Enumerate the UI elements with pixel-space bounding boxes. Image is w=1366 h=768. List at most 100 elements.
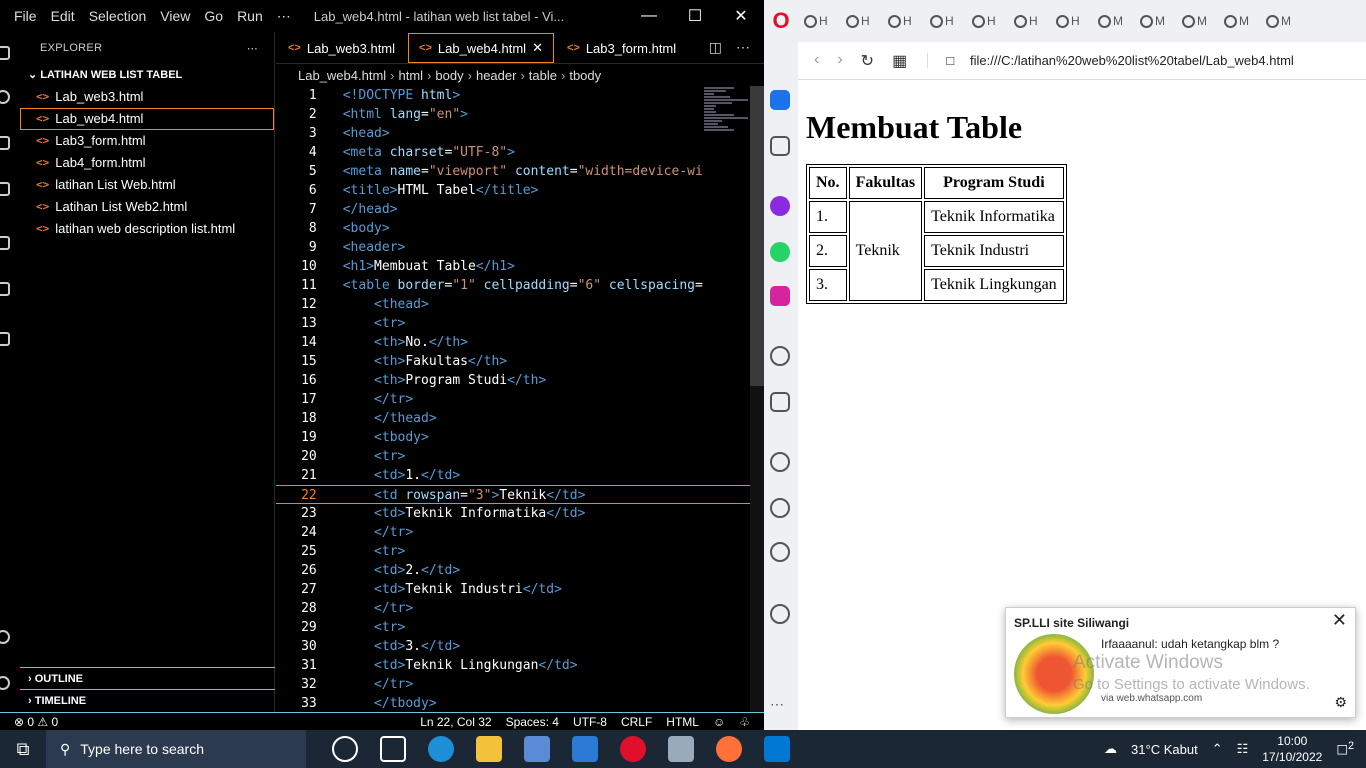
- store-icon[interactable]: [524, 736, 550, 762]
- code-line[interactable]: 2 <html lang="en">: [276, 105, 750, 124]
- bell-icon[interactable]: ♧: [739, 715, 750, 729]
- code-line[interactable]: 24 </tr>: [276, 523, 750, 542]
- code-line[interactable]: 6 <title>HTML Tabel</title>: [276, 181, 750, 200]
- clock[interactable]: 10:00 17/10/2022: [1262, 733, 1322, 765]
- tabs-grid-icon[interactable]: ▦: [892, 51, 907, 71]
- browser-tab[interactable]: H: [924, 7, 966, 35]
- maximize-button[interactable]: ☐: [672, 6, 718, 26]
- browser-tab[interactable]: M: [1218, 7, 1260, 35]
- code-line[interactable]: 25 <tr>: [276, 542, 750, 561]
- chevron-up-icon[interactable]: ⌃: [1212, 741, 1223, 757]
- photos-icon[interactable]: [668, 736, 694, 762]
- opera-icon[interactable]: [620, 736, 646, 762]
- code-line[interactable]: 21 <td>1.</td>: [276, 466, 750, 485]
- back-icon[interactable]: ‹: [814, 51, 819, 71]
- search-icon[interactable]: [0, 90, 10, 104]
- close-icon[interactable]: ✕: [1332, 610, 1347, 631]
- minimap[interactable]: [704, 86, 750, 156]
- scrollbar-thumb[interactable]: [750, 86, 764, 386]
- indentation[interactable]: Spaces: 4: [506, 715, 559, 729]
- problems-indicator[interactable]: ⊗ 0 ⚠ 0: [0, 715, 58, 729]
- folder-header[interactable]: ⌄ LATIHAN WEB LIST TABEL: [20, 64, 274, 86]
- breadcrumb-item[interactable]: html: [399, 68, 424, 83]
- windows-start-icon[interactable]: ⧉: [0, 739, 46, 760]
- code-line[interactable]: 13 <tr>: [276, 314, 750, 333]
- cursor-position[interactable]: Ln 22, Col 32: [420, 715, 491, 729]
- vscode-icon[interactable]: [764, 736, 790, 762]
- menu-edit[interactable]: Edit: [51, 8, 75, 25]
- instagram-icon[interactable]: [770, 286, 790, 306]
- tab-lab-web4[interactable]: <> Lab_web4.html ✕: [407, 32, 555, 64]
- file-item[interactable]: <> Lab4_form.html: [20, 152, 274, 174]
- code-line[interactable]: 28 </tr>: [276, 599, 750, 618]
- firefox-icon[interactable]: [716, 736, 742, 762]
- tips-icon[interactable]: [770, 604, 790, 624]
- history-icon[interactable]: [770, 498, 790, 518]
- line-ending[interactable]: CRLF: [621, 715, 652, 729]
- browser-tab[interactable]: H: [882, 7, 924, 35]
- close-window-button[interactable]: ✕: [718, 6, 764, 26]
- code-line[interactable]: 1 <!DOCTYPE html>: [276, 86, 750, 105]
- code-line[interactable]: 10 <h1>Membuat Table</h1>: [276, 257, 750, 276]
- browser-tab[interactable]: M: [1092, 7, 1134, 35]
- home-icon[interactable]: [770, 90, 790, 110]
- outline-section[interactable]: › OUTLINE: [20, 667, 275, 689]
- browser-tab[interactable]: H: [1050, 7, 1092, 35]
- tab-lab-web3[interactable]: <> Lab_web3.html: [276, 32, 407, 64]
- explorer-icon[interactable]: [0, 46, 10, 60]
- code-line[interactable]: 23 <td>Teknik Informatika</td>: [276, 504, 750, 523]
- code-line[interactable]: 7 </head>: [276, 200, 750, 219]
- menu-selection[interactable]: Selection: [89, 8, 147, 25]
- testing-icon[interactable]: [0, 332, 10, 346]
- code-line[interactable]: 16 <th>Program Studi</th>: [276, 371, 750, 390]
- file-item[interactable]: <> latihan List Web.html: [20, 174, 274, 196]
- code-line[interactable]: 30 <td>3.</td>: [276, 637, 750, 656]
- weather-icon[interactable]: ☁: [1104, 741, 1117, 757]
- code-line[interactable]: 32 </tr>: [276, 675, 750, 694]
- breadcrumb-item[interactable]: body: [435, 68, 463, 83]
- settings-icon[interactable]: [770, 542, 790, 562]
- cortana-icon[interactable]: [332, 736, 358, 762]
- edge-icon[interactable]: [428, 736, 454, 762]
- code-line[interactable]: 19 <tbody>: [276, 428, 750, 447]
- code-line[interactable]: 3 <head>: [276, 124, 750, 143]
- file-item[interactable]: <> latihan web description list.html: [20, 218, 274, 240]
- code-line[interactable]: 8 <body>: [276, 219, 750, 238]
- settings-gear-icon[interactable]: [0, 676, 10, 690]
- weather-text[interactable]: 31°C Kabut: [1131, 742, 1198, 757]
- notification-center-icon[interactable]: ☐2: [1336, 740, 1354, 758]
- file-item[interactable]: <> Lab_web3.html: [20, 86, 274, 108]
- minimize-button[interactable]: —: [626, 7, 672, 25]
- opera-logo-icon[interactable]: O: [764, 8, 798, 34]
- file-item[interactable]: <> Latihan List Web2.html: [20, 196, 274, 218]
- menu-view[interactable]: View: [160, 8, 190, 25]
- feedback-icon[interactable]: ☺: [713, 715, 725, 729]
- tab-lab3-form[interactable]: <> Lab3_form.html: [555, 32, 688, 64]
- network-icon[interactable]: ☷: [1237, 741, 1249, 757]
- breadcrumb-item[interactable]: Lab_web4.html: [298, 68, 386, 83]
- taskbar-search[interactable]: ⚲ Type here to search: [46, 730, 306, 768]
- remote-icon[interactable]: [0, 282, 10, 296]
- code-line[interactable]: 9 <header>: [276, 238, 750, 257]
- browser-tab[interactable]: H: [798, 7, 840, 35]
- heart-icon[interactable]: [770, 452, 790, 472]
- timeline-section[interactable]: › TIMELINE: [20, 689, 275, 711]
- mail-icon[interactable]: [572, 736, 598, 762]
- menu-run[interactable]: Run: [237, 8, 263, 25]
- browser-tab[interactable]: M: [1260, 7, 1302, 35]
- code-line[interactable]: 22 <td rowspan="3">Teknik</td>: [276, 485, 750, 504]
- menu-more[interactable]: ⋯: [277, 8, 291, 25]
- code-line[interactable]: 14 <th>No.</th>: [276, 333, 750, 352]
- browser-tab[interactable]: M: [1134, 7, 1176, 35]
- file-explorer-icon[interactable]: [476, 736, 502, 762]
- code-line[interactable]: 5 <meta name="viewport" content="width=de…: [276, 162, 750, 181]
- encoding[interactable]: UTF-8: [573, 715, 607, 729]
- more-icon[interactable]: ⋯: [770, 696, 790, 716]
- player-icon[interactable]: [770, 346, 790, 366]
- explorer-more-icon[interactable]: ⋯: [247, 42, 258, 55]
- code-line[interactable]: 26 <td>2.</td>: [276, 561, 750, 580]
- code-line[interactable]: 15 <th>Fakultas</th>: [276, 352, 750, 371]
- run-debug-icon[interactable]: [0, 182, 10, 196]
- file-item-active[interactable]: <> Lab_web4.html: [20, 108, 274, 130]
- url-field[interactable]: file:///C:/latihan%20web%20list%20tabel/…: [970, 53, 1294, 68]
